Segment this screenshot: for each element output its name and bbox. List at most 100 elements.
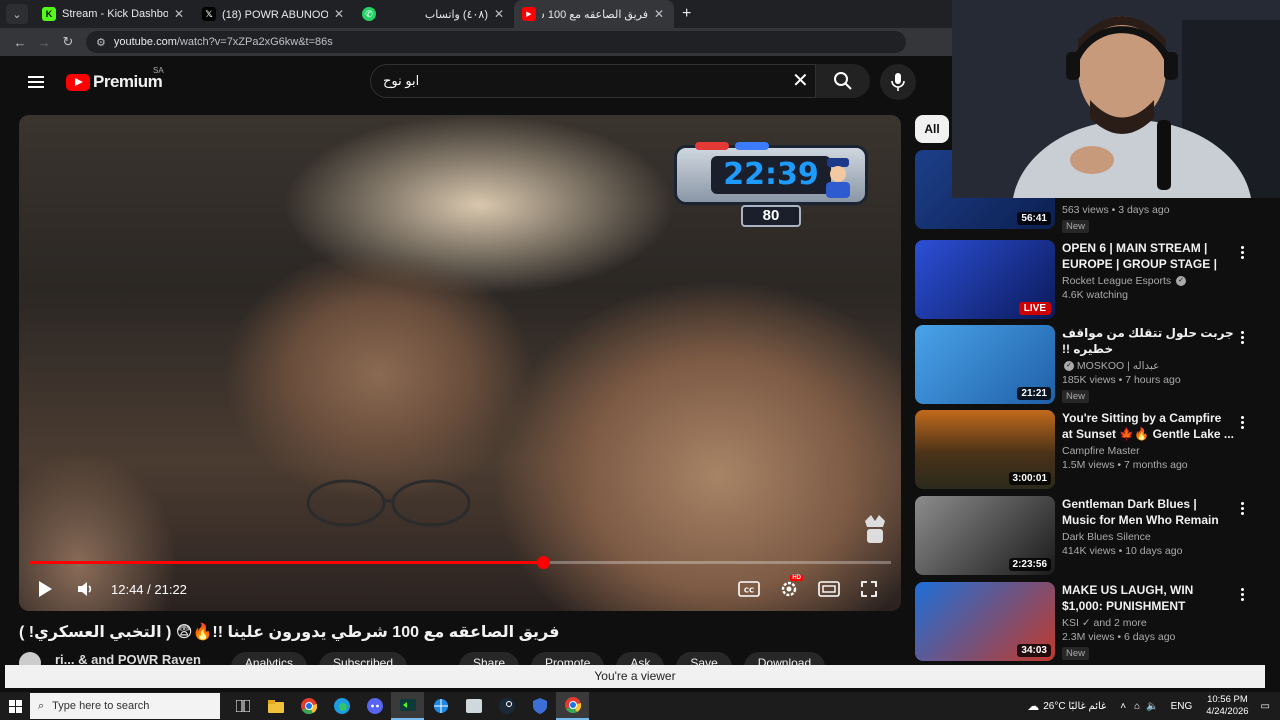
more-options-icon[interactable] bbox=[1241, 329, 1247, 346]
discord-icon[interactable] bbox=[358, 692, 391, 720]
channel-name[interactable]: Campfire Master bbox=[1062, 445, 1234, 457]
steam-icon[interactable] bbox=[490, 692, 523, 720]
voice-search-button[interactable] bbox=[880, 64, 916, 100]
obs-app-icon[interactable] bbox=[391, 692, 424, 720]
video-title[interactable]: MAKE US LAUGH, WIN $1,000: PUNISHMENT ED… bbox=[1062, 582, 1234, 614]
volume-icon bbox=[78, 582, 92, 596]
settings-button[interactable]: HD bbox=[769, 569, 809, 609]
download-button[interactable]: Download bbox=[743, 652, 826, 666]
reload-icon[interactable]: ↻ bbox=[56, 34, 80, 50]
video-thumbnail[interactable]: 2:23:56 bbox=[915, 496, 1055, 575]
channel-name[interactable]: ri... & and POWR Raven bbox=[55, 652, 201, 666]
menu-icon[interactable] bbox=[28, 73, 44, 91]
tab-whatsapp[interactable]: ✆ (٤٠٨) واتساب ✕ bbox=[354, 0, 514, 28]
ask-button[interactable]: Ask bbox=[616, 652, 665, 666]
recommendation-item[interactable]: 2:23:56 Gentleman Dark Blues | Music for… bbox=[915, 496, 1255, 576]
edge-icon[interactable] bbox=[325, 692, 358, 720]
more-options-icon[interactable] bbox=[1241, 414, 1247, 431]
recommendation-item[interactable]: LIVE OPEN 6 | MAIN STREAM | EUROPE | GRO… bbox=[915, 240, 1255, 320]
tab-search-button[interactable]: ⌄ bbox=[6, 4, 28, 24]
video-thumbnail[interactable]: 21:21 bbox=[915, 325, 1055, 404]
network-icon[interactable]: ⌂ bbox=[1134, 701, 1140, 712]
youtube-icon: ▶ bbox=[522, 7, 536, 21]
recommendation-item[interactable]: 3:00:01 You're Sitting by a Campfire at … bbox=[915, 410, 1255, 490]
close-icon[interactable]: ✕ bbox=[172, 7, 186, 21]
shield-app-icon[interactable] bbox=[523, 692, 556, 720]
address-bar[interactable]: ⚙ youtube.com/watch?v=7xZPa2xG6kw&t=86s bbox=[86, 31, 906, 53]
tab-x-post[interactable]: 𝕏 (18) POWR ABUNOO7 على X: " ✕ bbox=[194, 0, 354, 28]
chrome-active-icon[interactable] bbox=[556, 692, 589, 720]
back-icon[interactable]: ← bbox=[8, 35, 32, 50]
close-icon[interactable]: ✕ bbox=[492, 7, 506, 21]
filter-chip-all[interactable]: All bbox=[915, 115, 949, 143]
save-button[interactable]: Save bbox=[676, 652, 732, 666]
language-indicator[interactable]: ENG bbox=[1171, 701, 1193, 712]
recommendation-item[interactable]: 21:21 جربت حلول تتقلك من مواقف خطيره !! … bbox=[915, 325, 1255, 405]
close-icon[interactable]: ✕ bbox=[332, 7, 346, 21]
play-icon bbox=[39, 581, 52, 597]
channel-name[interactable]: ✓ MOSKOO | عبداله bbox=[1062, 360, 1234, 372]
play-button[interactable] bbox=[25, 569, 65, 609]
video-thumbnail[interactable]: LIVE bbox=[915, 240, 1055, 319]
clock-date: 4/24/2026 bbox=[1206, 706, 1249, 717]
theater-mode-button[interactable] bbox=[809, 569, 849, 609]
channel-avatar[interactable] bbox=[19, 652, 41, 666]
fullscreen-button[interactable] bbox=[849, 569, 889, 609]
task-view-icon[interactable] bbox=[226, 692, 259, 720]
promote-button[interactable]: Promote bbox=[531, 652, 605, 666]
search-icon bbox=[834, 72, 852, 90]
more-options-icon[interactable] bbox=[1241, 500, 1247, 517]
view-count: 563 views • 3 days ago bbox=[1062, 204, 1170, 216]
forward-icon[interactable]: → bbox=[32, 35, 56, 50]
video-title[interactable]: OPEN 6 | MAIN STREAM | EUROPE | GROUP ST… bbox=[1062, 240, 1234, 272]
notifications-icon[interactable]: ▭ bbox=[1261, 701, 1270, 712]
analytics-button[interactable]: Analytics bbox=[230, 652, 307, 666]
video-thumbnail[interactable]: 34:03 bbox=[915, 582, 1055, 661]
app-icon[interactable] bbox=[457, 692, 490, 720]
video-title[interactable]: You're Sitting by a Campfire at Sunset 🍁… bbox=[1062, 410, 1234, 442]
start-button[interactable] bbox=[0, 692, 30, 720]
channel-name[interactable]: KSI ✓ and 2 more bbox=[1062, 617, 1234, 629]
verified-icon: ✓ bbox=[1176, 276, 1187, 287]
channel-watermark-icon[interactable] bbox=[861, 513, 889, 545]
youtube-logo-icon bbox=[66, 73, 90, 91]
mute-button[interactable] bbox=[65, 569, 105, 609]
tray-overflow-icon[interactable]: ˄ bbox=[1120, 701, 1126, 712]
more-options-icon[interactable] bbox=[1241, 586, 1247, 603]
video-title[interactable]: Gentleman Dark Blues | Music for Men Who… bbox=[1062, 496, 1234, 528]
video-player[interactable]: 22:39 80 12:44 / 21:22 CC HD bbox=[19, 115, 901, 611]
clear-search-icon[interactable]: ✕ bbox=[792, 71, 809, 91]
weather-text[interactable]: 26°C غائم غالبًا bbox=[1043, 701, 1106, 712]
volume-icon[interactable]: 🔈 bbox=[1146, 701, 1158, 712]
tab-youtube-video[interactable]: ▶ فريق الصاعقه مع 100 شرطي يد ✕ bbox=[514, 0, 674, 28]
video-thumbnail[interactable]: 3:00:01 bbox=[915, 410, 1055, 489]
streamer-webcam-image bbox=[952, 0, 1280, 198]
close-icon[interactable]: ✕ bbox=[652, 7, 666, 21]
tab-kick-dashboard[interactable]: K Stream - Kick Dashboard ✕ bbox=[34, 0, 194, 28]
windows-taskbar: ⌕ Type here to search ☁ 26°C غائم غالبًا… bbox=[0, 692, 1280, 720]
country-code: SA bbox=[153, 66, 164, 75]
search-query: ابو نوح bbox=[383, 73, 420, 88]
channel-name[interactable]: Rocket League Esports ✓ bbox=[1062, 275, 1234, 287]
search-input[interactable]: ابو نوح bbox=[370, 64, 816, 98]
channel-name[interactable]: Dark Blues Silence bbox=[1062, 531, 1234, 543]
svg-text:CC: CC bbox=[744, 587, 754, 595]
recommendation-item[interactable]: 34:03 MAKE US LAUGH, WIN $1,000: PUNISHM… bbox=[915, 582, 1255, 662]
subscribed-button[interactable]: Subscribed bbox=[318, 652, 407, 666]
globe-app-icon[interactable] bbox=[424, 692, 457, 720]
progress-bar[interactable] bbox=[29, 556, 891, 569]
more-options-icon[interactable] bbox=[1241, 244, 1247, 261]
subtitles-button[interactable]: CC bbox=[729, 569, 769, 609]
search-button[interactable] bbox=[816, 64, 870, 98]
file-explorer-icon[interactable] bbox=[259, 692, 292, 720]
taskbar-search-input[interactable]: ⌕ Type here to search bbox=[30, 693, 220, 719]
system-tray: ☁ 26°C غائم غالبًا ˄ ⌂ 🔈 ENG 10:56 PM 4/… bbox=[1027, 692, 1280, 720]
chrome-icon[interactable] bbox=[292, 692, 325, 720]
new-tab-button[interactable]: + bbox=[674, 5, 699, 23]
taskbar-clock[interactable]: 10:56 PM 4/24/2026 bbox=[1206, 694, 1248, 718]
youtube-premium-logo[interactable]: Premium SA bbox=[66, 66, 164, 92]
video-title[interactable]: جربت حلول تتقلك من مواقف خطيره !! bbox=[1062, 325, 1234, 357]
site-info-icon[interactable]: ⚙ bbox=[96, 36, 106, 49]
counter-overlay: 80 bbox=[741, 205, 801, 227]
share-button[interactable]: Share bbox=[459, 652, 520, 666]
